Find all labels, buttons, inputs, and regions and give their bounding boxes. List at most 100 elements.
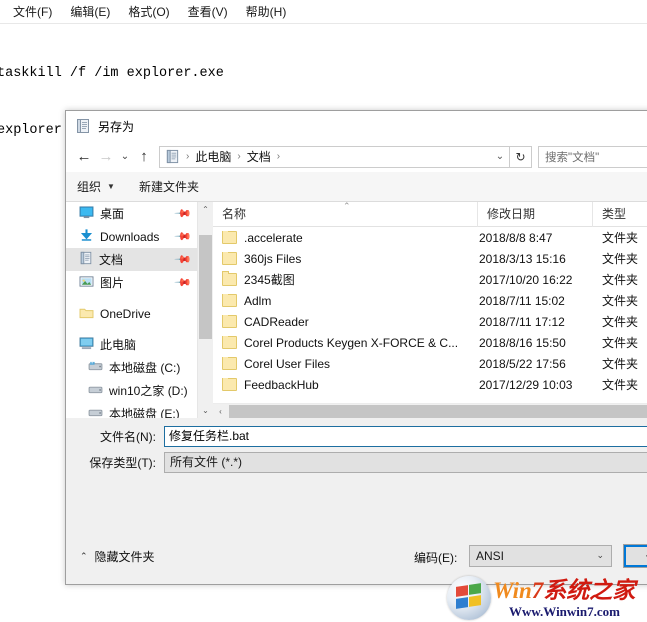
encoding-value: ANSI: [476, 549, 505, 563]
file-date-cell: 2018/3/13 15:16: [479, 251, 566, 266]
menu-file[interactable]: 文件(F): [4, 2, 61, 22]
file-name-cell: Corel Products Keygen X-FORCE & C...: [213, 335, 478, 350]
filename-row: 文件名(N): 修复任务栏.bat: [80, 426, 647, 447]
menu-format[interactable]: 格式(O): [119, 2, 178, 22]
table-row[interactable]: Corel Products Keygen X-FORCE & C... 2018…: [213, 332, 647, 353]
sidebar-item-downloads[interactable]: Downloads 📌: [66, 225, 197, 248]
scroll-up-icon[interactable]: ⌃: [198, 202, 213, 217]
pin-icon[interactable]: 📌: [174, 204, 193, 223]
notepad-line-1: taskkill /f /im explorer.exe: [0, 66, 224, 81]
file-rows-container: .accelerate 2018/8/8 8:47 文件夹 360js Files 20…: [213, 227, 647, 395]
save-as-dialog: 另存为 ← → ⌄ ↑ › 此电脑 › 文档 › ⌄ ↻ 搜索"文档" 组织 ▼…: [65, 110, 647, 585]
sidebar-label: 此电脑: [100, 338, 137, 352]
watermark-title-win: Win: [493, 577, 532, 603]
encoding-select[interactable]: ANSI ⌄: [469, 545, 612, 567]
table-row[interactable]: Corel User Files 2018/5/22 17:56 文件夹: [213, 353, 647, 374]
scroll-down-icon[interactable]: ⌄: [198, 403, 213, 418]
breadcrumb-documents[interactable]: 文档: [245, 148, 273, 165]
column-header-type[interactable]: 类型: [593, 202, 647, 227]
folder-icon: [222, 356, 237, 370]
windows-logo-icon: [447, 576, 491, 620]
file-type-cell: 文件夹: [602, 252, 639, 266]
breadcrumb-separator-3: ›: [276, 151, 281, 162]
file-date-cell: 2018/8/8 8:47: [479, 230, 553, 245]
notepad-menu-bar: 文件(F) 编辑(E) 格式(O) 查看(V) 帮助(H): [0, 0, 647, 24]
folder-icon: [222, 293, 237, 307]
file-date-cell: 2017/10/20 16:22: [479, 272, 573, 287]
folder-icon: [222, 377, 237, 391]
menu-help[interactable]: 帮助(H): [237, 2, 296, 22]
documents-folder-icon: [163, 149, 182, 164]
encoding-label: 编码(E):: [414, 551, 458, 565]
pin-icon[interactable]: 📌: [174, 273, 193, 292]
new-folder-button[interactable]: 新建文件夹: [139, 178, 199, 195]
breadcrumb-this-pc[interactable]: 此电脑: [193, 148, 233, 165]
menu-view[interactable]: 查看(V): [179, 2, 237, 22]
watermark: Win7系统之家 Www.Winwin7.com: [447, 574, 647, 622]
dialog-title-bar: 另存为: [66, 111, 647, 141]
organize-label: 组织: [77, 180, 102, 194]
chevron-up-icon: ⌃: [80, 551, 88, 561]
pin-icon[interactable]: 📌: [174, 227, 193, 246]
sidebar-item-this-pc[interactable]: 此电脑: [66, 333, 197, 356]
file-type-cell: 文件夹: [602, 315, 639, 329]
navigation-pane-scrollbar[interactable]: ⌃ ⌄: [197, 202, 213, 418]
forward-icon[interactable]: →: [95, 146, 117, 168]
table-row[interactable]: .accelerate 2018/8/8 8:47 文件夹: [213, 227, 647, 248]
file-name-cell: .accelerate: [213, 230, 478, 245]
file-list-pane: 名称 修改日期 类型 ⌃ .accelerate 2018/8/8 8:47 文件夹…: [213, 202, 647, 418]
chevron-down-icon: ▼: [107, 182, 115, 191]
organize-button[interactable]: 组织 ▼: [77, 178, 115, 195]
sidebar-item-pictures[interactable]: 图片 📌: [66, 271, 197, 294]
sidebar-label: OneDrive: [100, 306, 151, 321]
filetype-select[interactable]: 所有文件 (*.*): [164, 452, 647, 473]
scroll-left-icon[interactable]: ‹: [213, 404, 228, 419]
filetype-row: 保存类型(T): 所有文件 (*.*): [80, 452, 647, 473]
hide-folders-toggle[interactable]: ⌃ 隐藏文件夹: [80, 548, 155, 565]
address-bar[interactable]: › 此电脑 › 文档 › ⌄: [159, 145, 510, 168]
up-icon[interactable]: ↑: [133, 146, 155, 168]
pin-icon[interactable]: 📌: [174, 250, 193, 269]
table-row[interactable]: 2345截图 2017/10/20 16:22 文件夹: [213, 269, 647, 290]
file-name-label: 2345截图: [244, 273, 295, 287]
folder-icon: [222, 230, 237, 244]
field-area: 文件名(N): 修复任务栏.bat 保存类型(T): 所有文件 (*.*): [66, 418, 647, 484]
folder-icon: [222, 271, 237, 286]
file-name-label: 360js Files: [244, 251, 302, 266]
folder-icon: [222, 335, 237, 349]
file-type-cell: 文件夹: [602, 273, 639, 287]
table-row[interactable]: CADReader 2018/7/11 17:12 文件夹: [213, 311, 647, 332]
recent-locations-icon[interactable]: ⌄: [117, 146, 133, 168]
column-header-date[interactable]: 修改日期: [478, 202, 593, 227]
menu-edit[interactable]: 编辑(E): [61, 2, 119, 22]
file-list-horizontal-scrollbar[interactable]: ‹: [213, 403, 647, 418]
drive-icon: [88, 384, 103, 398]
file-date-cell: 2018/5/22 17:56: [479, 356, 566, 371]
sidebar-item-drive-c[interactable]: 本地磁盘 (C:): [66, 356, 197, 379]
dialog-title: 另存为: [98, 119, 135, 134]
scrollbar-thumb[interactable]: [199, 235, 212, 339]
table-row[interactable]: FeedbackHub 2017/12/29 10:03 文件夹: [213, 374, 647, 395]
scrollbar-thumb[interactable]: [229, 404, 647, 418]
address-dropdown-icon[interactable]: ⌄: [491, 151, 509, 162]
sidebar-item-onedrive[interactable]: OneDrive: [66, 302, 197, 325]
breadcrumb-separator-1: ›: [186, 151, 190, 162]
watermark-title: Win7系统之家: [493, 578, 647, 604]
table-row[interactable]: 360js Files 2018/3/13 15:16 文件夹: [213, 248, 647, 269]
sidebar-item-documents[interactable]: 文档 📌: [66, 248, 197, 271]
filename-input[interactable]: 修复任务栏.bat: [164, 426, 647, 447]
file-name-label: CADReader: [244, 314, 309, 329]
file-name-cell: Corel User Files: [213, 356, 478, 371]
chevron-down-icon: ⌄: [596, 550, 604, 560]
refresh-icon[interactable]: ↻: [510, 145, 532, 168]
sidebar-label: 文档: [99, 253, 124, 267]
back-icon[interactable]: ←: [73, 146, 95, 168]
search-input[interactable]: 搜索"文档": [538, 145, 647, 168]
table-row[interactable]: Adlm 2018/7/11 15:02 文件夹: [213, 290, 647, 311]
sidebar-label: win10之家 (D:): [109, 384, 188, 398]
documents-icon: [79, 251, 93, 268]
sidebar-item-desktop[interactable]: 桌面 📌: [66, 202, 197, 225]
sidebar-item-drive-e[interactable]: 本地磁盘 (E:): [66, 402, 197, 418]
save-button[interactable]: 保存(S): [623, 544, 647, 568]
sidebar-item-drive-d[interactable]: win10之家 (D:): [66, 379, 197, 402]
